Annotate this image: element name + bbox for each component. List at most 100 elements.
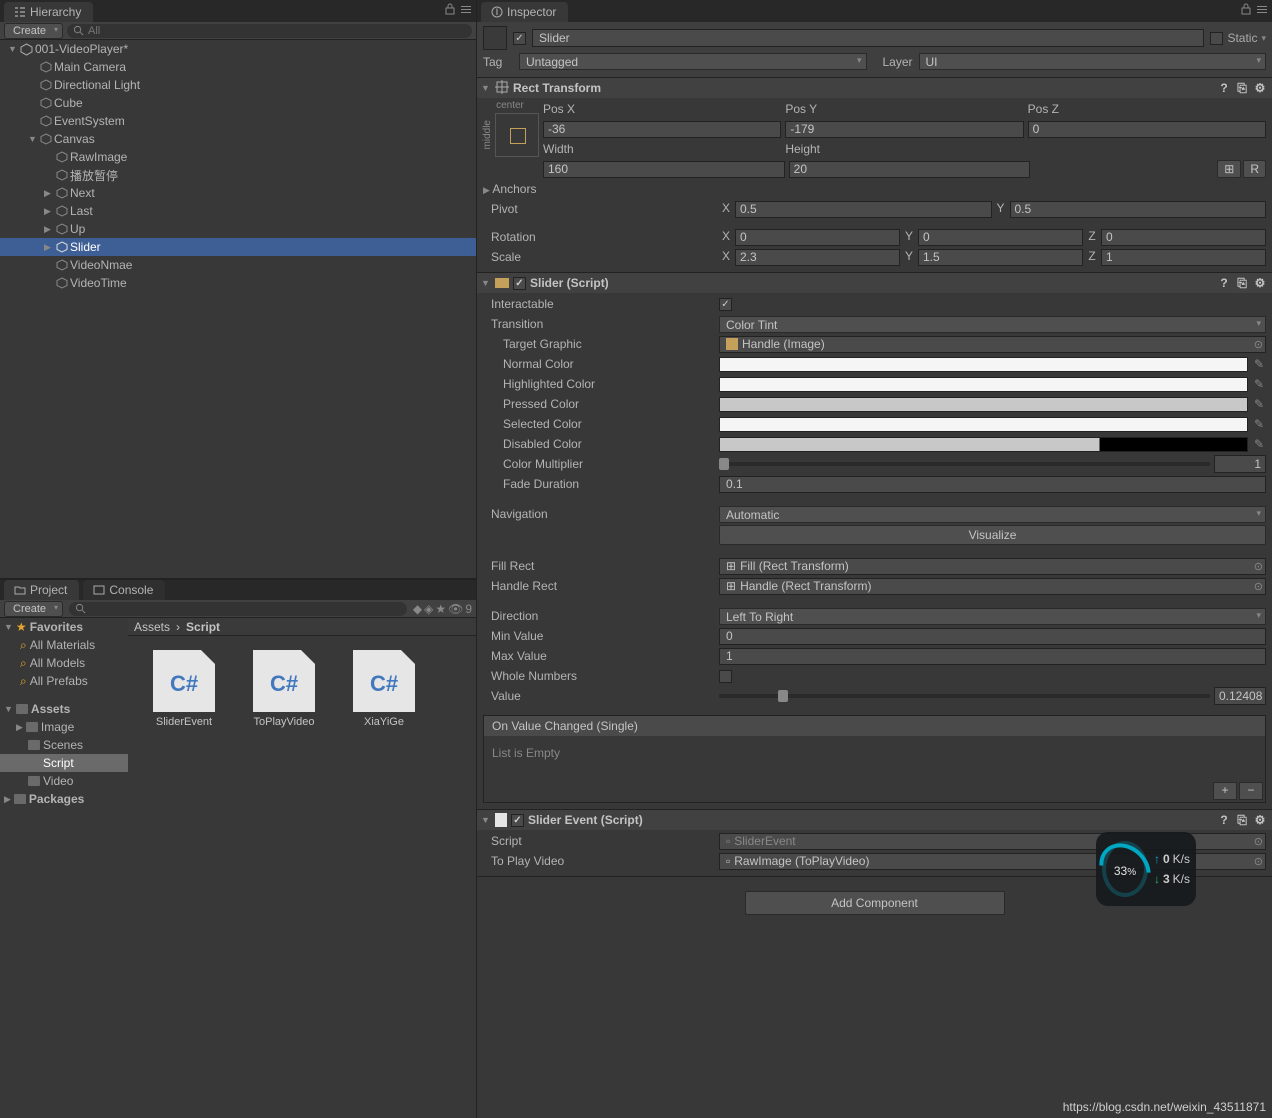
static-checkbox[interactable] — [1210, 32, 1223, 45]
preset-icon[interactable]: ⎘ — [1234, 275, 1250, 291]
hierarchy-item[interactable]: Last — [0, 202, 476, 220]
help-icon[interactable]: ? — [1216, 275, 1232, 291]
favorites-item[interactable]: ⌕All Models — [0, 654, 128, 672]
project-search-input[interactable] — [90, 603, 401, 615]
hidden-icon[interactable]: 👁9 — [448, 602, 472, 616]
rot-y-input[interactable] — [918, 229, 1083, 246]
asset-item[interactable]: C#SliderEvent — [148, 650, 220, 728]
help-icon[interactable]: ? — [1216, 80, 1232, 96]
scale-x-input[interactable] — [735, 249, 900, 266]
eyedropper-icon[interactable]: ✎ — [1252, 357, 1266, 371]
hierarchy-item[interactable]: Directional Light — [0, 76, 476, 94]
breadcrumb-root[interactable]: Assets — [134, 620, 170, 634]
whole-numbers-checkbox[interactable] — [719, 670, 732, 683]
pivot-x-input[interactable] — [735, 201, 992, 218]
hierarchy-item[interactable]: Cube — [0, 94, 476, 112]
expand-arrow-icon[interactable] — [44, 242, 54, 253]
component-enabled-checkbox[interactable] — [511, 814, 524, 827]
context-menu-icon[interactable] — [460, 3, 472, 15]
disabled-color-field[interactable] — [719, 437, 1248, 452]
favorites-root[interactable]: ▼★Favorites — [0, 618, 128, 636]
hierarchy-item[interactable]: EventSystem — [0, 112, 476, 130]
rot-z-input[interactable] — [1101, 229, 1266, 246]
lock-icon[interactable] — [1240, 3, 1252, 15]
expand-arrow-icon[interactable] — [28, 134, 38, 144]
lock-icon[interactable] — [444, 3, 456, 15]
transition-dropdown[interactable]: Color Tint — [719, 316, 1266, 333]
color-multiplier-slider[interactable] — [719, 462, 1210, 466]
hierarchy-item[interactable]: VideoTime — [0, 274, 476, 292]
min-value-input[interactable] — [719, 628, 1266, 645]
breadcrumb-current[interactable]: Script — [186, 620, 220, 634]
assets-folder[interactable]: Video — [0, 772, 128, 790]
raw-edit-button[interactable]: R — [1243, 160, 1266, 178]
preset-icon[interactable]: ⎘ — [1234, 812, 1250, 828]
gear-icon[interactable]: ⚙ — [1252, 80, 1268, 96]
pressed-color-field[interactable] — [719, 397, 1248, 412]
pivot-y-input[interactable] — [1010, 201, 1267, 218]
assets-root[interactable]: ▼Assets — [0, 700, 128, 718]
hierarchy-item[interactable]: RawImage — [0, 148, 476, 166]
hierarchy-create-button[interactable]: Create — [4, 23, 63, 39]
favorites-item[interactable]: ⌕All Prefabs — [0, 672, 128, 690]
assets-folder-selected[interactable]: Script — [0, 754, 128, 772]
selected-color-field[interactable] — [719, 417, 1248, 432]
hierarchy-item[interactable]: Canvas — [0, 130, 476, 148]
add-component-button[interactable]: Add Component — [745, 891, 1005, 915]
filter-icon[interactable]: ◆ — [413, 602, 422, 616]
expand-arrow-icon[interactable] — [44, 188, 54, 199]
context-menu-icon[interactable] — [1256, 3, 1268, 15]
max-value-input[interactable] — [719, 648, 1266, 665]
assets-folder[interactable]: Scenes — [0, 736, 128, 754]
project-tab[interactable]: Project — [4, 580, 79, 600]
hierarchy-item[interactable]: Up — [0, 220, 476, 238]
pos-x-input[interactable] — [543, 121, 781, 138]
anchor-preset-button[interactable]: center middle — [483, 100, 537, 178]
fade-duration-input[interactable] — [719, 476, 1266, 493]
hierarchy-item-selected[interactable]: Slider — [0, 238, 476, 256]
assets-folder[interactable]: ▶Image — [0, 718, 128, 736]
hierarchy-item[interactable]: 播放暂停 — [0, 166, 476, 184]
favorites-item[interactable]: ⌕All Materials — [0, 636, 128, 654]
normal-color-field[interactable] — [719, 357, 1248, 372]
gameobject-icon[interactable] — [483, 26, 507, 50]
expand-arrow-icon[interactable] — [44, 206, 54, 217]
hierarchy-search[interactable] — [67, 24, 472, 38]
visualize-button[interactable]: Visualize — [719, 525, 1266, 545]
console-tab[interactable]: Console — [83, 580, 165, 600]
eyedropper-icon[interactable]: ✎ — [1252, 397, 1266, 411]
expand-arrow-icon[interactable] — [8, 44, 18, 54]
gameobject-active-checkbox[interactable] — [513, 32, 526, 45]
expand-arrow-icon[interactable] — [44, 224, 54, 235]
label-icon[interactable]: ◈ — [424, 602, 433, 616]
fold-icon[interactable] — [481, 815, 491, 825]
rot-x-input[interactable] — [735, 229, 900, 246]
width-input[interactable] — [543, 161, 785, 178]
navigation-dropdown[interactable]: Automatic — [719, 506, 1266, 523]
fold-icon[interactable] — [481, 83, 491, 93]
preset-icon[interactable]: ⎘ — [1234, 80, 1250, 96]
height-input[interactable] — [789, 161, 1031, 178]
eyedropper-icon[interactable]: ✎ — [1252, 377, 1266, 391]
hierarchy-search-input[interactable] — [88, 25, 466, 37]
component-enabled-checkbox[interactable] — [513, 277, 526, 290]
asset-item[interactable]: C#ToPlayVideo — [248, 650, 320, 728]
handle-rect-field[interactable]: ⊞Handle (Rect Transform) — [719, 578, 1266, 595]
project-create-button[interactable]: Create — [4, 601, 63, 617]
remove-event-button[interactable]: − — [1239, 782, 1263, 800]
gameobject-name-input[interactable] — [532, 29, 1204, 47]
add-event-button[interactable]: + — [1213, 782, 1237, 800]
help-icon[interactable]: ? — [1216, 812, 1232, 828]
scale-y-input[interactable] — [918, 249, 1083, 266]
hierarchy-item[interactable]: Main Camera — [0, 58, 476, 76]
scale-z-input[interactable] — [1101, 249, 1266, 266]
hierarchy-item[interactable]: VideoNmae — [0, 256, 476, 274]
pos-z-input[interactable] — [1028, 121, 1266, 138]
packages-root[interactable]: ▶Packages — [0, 790, 128, 808]
scene-row[interactable]: 001-VideoPlayer* — [0, 40, 476, 58]
gear-icon[interactable]: ⚙ — [1252, 812, 1268, 828]
hierarchy-item[interactable]: Next — [0, 184, 476, 202]
value-slider[interactable] — [719, 694, 1210, 698]
star-icon[interactable]: ★ — [435, 602, 446, 616]
direction-dropdown[interactable]: Left To Right — [719, 608, 1266, 625]
